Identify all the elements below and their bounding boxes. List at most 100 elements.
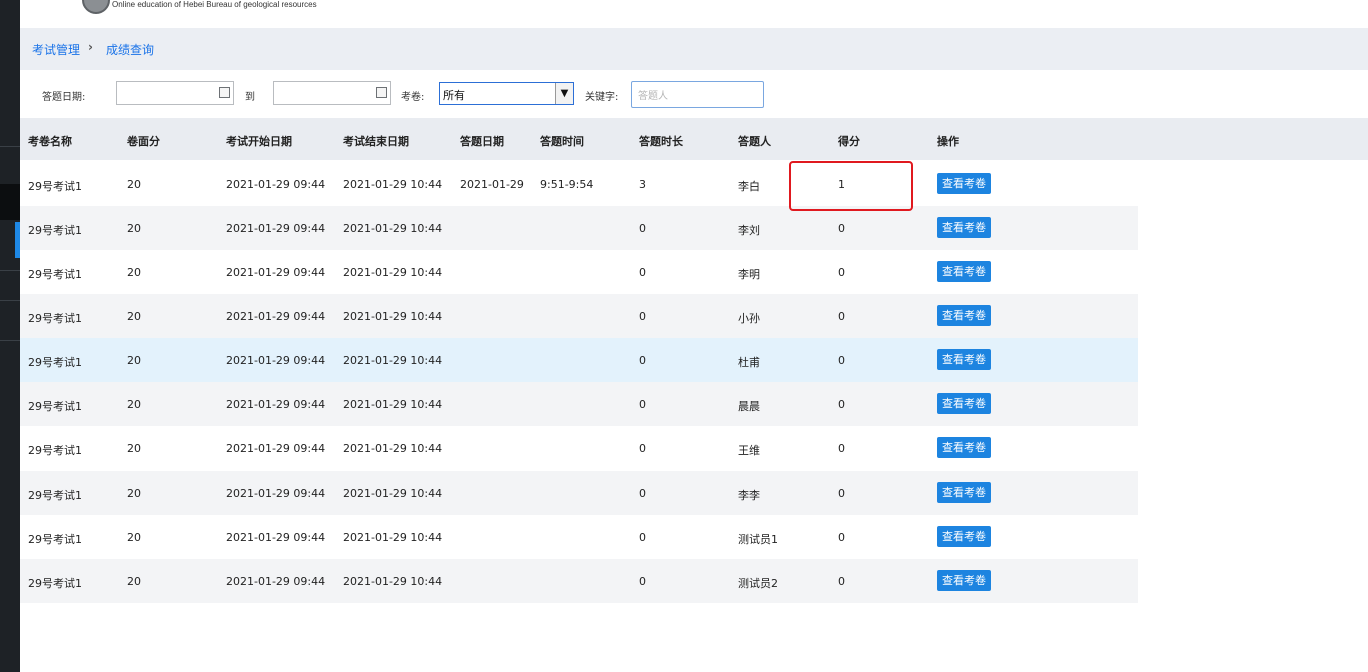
nav-dark-block <box>0 184 20 220</box>
cell-total-score: 20 <box>127 398 141 411</box>
date-label: 答题日期: <box>42 92 86 103</box>
col-duration[interactable]: 答题时长 <box>639 133 683 149</box>
table-row[interactable]: 29号考试1 20 2021-01-29 09:44 2021-01-29 10:44… <box>20 250 1138 294</box>
cell-answerer: 测试员1 <box>738 533 778 546</box>
cell-score: 0 <box>838 222 845 235</box>
cell-score: 0 <box>838 310 845 323</box>
cell-score: 0 <box>838 354 845 367</box>
cell-duration: 0 <box>639 575 646 588</box>
cell-total-score: 20 <box>127 178 141 191</box>
nav-divider <box>0 300 20 301</box>
breadcrumb-separator-icon: › <box>88 40 93 54</box>
calendar-icon[interactable] <box>376 87 387 98</box>
table-row[interactable]: 29号考试1 20 2021-01-29 09:44 2021-01-29 10:44… <box>20 382 1138 426</box>
paper-label: 考卷: <box>401 92 425 103</box>
cell-duration: 0 <box>639 442 646 455</box>
keyword-field[interactable] <box>631 81 764 108</box>
table-row[interactable]: 29号考试1 20 2021-01-29 09:44 2021-01-29 10:44… <box>20 515 1138 559</box>
cell-exam-end: 2021-01-29 10:44 <box>343 442 443 455</box>
keyword-label: 关键字: <box>585 92 619 103</box>
keyword-input[interactable] <box>636 85 760 107</box>
table-row[interactable]: 29号考试1 20 2021-01-29 09:44 2021-01-29 10:44… <box>20 471 1138 515</box>
view-paper-button[interactable]: 查看考卷 <box>937 349 991 370</box>
view-paper-button[interactable]: 查看考卷 <box>937 526 991 547</box>
col-answer-date[interactable]: 答题日期 <box>460 133 504 149</box>
cell-exam-end: 2021-01-29 10:44 <box>343 310 443 323</box>
cell-exam-start: 2021-01-29 09:44 <box>226 487 326 500</box>
cell-exam-start: 2021-01-29 09:44 <box>226 222 326 235</box>
cell-paper-name: 29号考试1 <box>28 268 82 281</box>
view-paper-button[interactable]: 查看考卷 <box>937 217 991 238</box>
col-paper-name[interactable]: 考卷名称 <box>28 133 72 149</box>
date-to-input[interactable] <box>273 81 391 105</box>
cell-duration: 0 <box>639 222 646 235</box>
header-subtitle: Online education of Hebei Bureau of geol… <box>112 0 317 9</box>
table-row[interactable]: 29号考试1 20 2021-01-29 09:44 2021-01-29 10:44… <box>20 338 1138 382</box>
nav-divider <box>0 340 20 341</box>
col-exam-end[interactable]: 考试结束日期 <box>343 133 409 149</box>
cell-answerer: 王维 <box>738 444 760 457</box>
col-score[interactable]: 得分 <box>838 133 860 149</box>
view-paper-button[interactable]: 查看考卷 <box>937 393 991 414</box>
cell-exam-end: 2021-01-29 10:44 <box>343 398 443 411</box>
table-row[interactable]: 29号考试1 20 2021-01-29 09:44 2021-01-29 10:44… <box>20 206 1138 250</box>
cell-exam-start: 2021-01-29 09:44 <box>226 178 326 191</box>
cell-paper-name: 29号考试1 <box>28 356 82 369</box>
date-to-label: 到 <box>245 92 255 103</box>
cell-total-score: 20 <box>127 531 141 544</box>
cell-score: 0 <box>838 531 845 544</box>
view-paper-button[interactable]: 查看考卷 <box>937 305 991 326</box>
filter-bar: 答题日期: 到 考卷: 所有 ▼ 关键字: <box>20 72 1368 118</box>
cell-exam-start: 2021-01-29 09:44 <box>226 310 326 323</box>
cell-exam-end: 2021-01-29 10:44 <box>343 222 443 235</box>
annotation-highlight-box <box>789 161 913 211</box>
cell-exam-end: 2021-01-29 10:44 <box>343 531 443 544</box>
col-total-score[interactable]: 卷面分 <box>127 133 160 149</box>
chevron-down-icon[interactable]: ▼ <box>555 83 573 104</box>
cell-paper-name: 29号考试1 <box>28 533 82 546</box>
table-row[interactable]: 29号考试1 20 2021-01-29 09:44 2021-01-29 10:44… <box>20 426 1138 470</box>
cell-exam-start: 2021-01-29 09:44 <box>226 531 326 544</box>
cell-total-score: 20 <box>127 310 141 323</box>
table-row[interactable]: 29号考试1 20 2021-01-29 09:44 2021-01-29 10:44… <box>20 559 1138 603</box>
cell-exam-end: 2021-01-29 10:44 <box>343 575 443 588</box>
cell-duration: 0 <box>639 487 646 500</box>
cell-answerer: 杜甫 <box>738 356 760 369</box>
col-exam-start[interactable]: 考试开始日期 <box>226 133 292 149</box>
logo-icon <box>82 0 110 14</box>
view-paper-button[interactable]: 查看考卷 <box>937 173 991 194</box>
breadcrumb: 考试管理 › 成绩查询 <box>20 28 1368 70</box>
app-header: Online education of Hebei Bureau of geol… <box>20 0 1368 28</box>
date-from-input[interactable] <box>116 81 234 105</box>
cell-paper-name: 29号考试1 <box>28 444 82 457</box>
cell-duration: 0 <box>639 398 646 411</box>
cell-exam-start: 2021-01-29 09:44 <box>226 266 326 279</box>
cell-duration: 0 <box>639 310 646 323</box>
view-paper-button[interactable]: 查看考卷 <box>937 570 991 591</box>
paper-select-value: 所有 <box>443 89 465 102</box>
cell-score: 0 <box>838 575 845 588</box>
table-header: 考卷名称 卷面分 考试开始日期 考试结束日期 答题日期 答题时间 答题时长 答题… <box>20 118 1368 160</box>
col-answerer[interactable]: 答题人 <box>738 133 771 149</box>
cell-answerer: 测试员2 <box>738 577 778 590</box>
paper-select[interactable]: 所有 ▼ <box>439 82 574 105</box>
cell-exam-end: 2021-01-29 10:44 <box>343 354 443 367</box>
cell-paper-name: 29号考试1 <box>28 400 82 413</box>
cell-answerer: 李白 <box>738 180 760 193</box>
breadcrumb-parent[interactable]: 考试管理 <box>32 41 80 58</box>
table-row[interactable]: 29号考试1 20 2021-01-29 09:44 2021-01-29 10:44… <box>20 162 1138 206</box>
view-paper-button[interactable]: 查看考卷 <box>937 261 991 282</box>
table-row[interactable]: 29号考试1 20 2021-01-29 09:44 2021-01-29 10:44… <box>20 294 1138 338</box>
cell-paper-name: 29号考试1 <box>28 489 82 502</box>
nav-divider <box>0 270 20 271</box>
view-paper-button[interactable]: 查看考卷 <box>937 482 991 503</box>
cell-answer-date: 2021-01-29 <box>460 178 524 191</box>
breadcrumb-current[interactable]: 成绩查询 <box>106 41 154 58</box>
cell-total-score: 20 <box>127 222 141 235</box>
cell-total-score: 20 <box>127 575 141 588</box>
calendar-icon[interactable] <box>219 87 230 98</box>
cell-exam-end: 2021-01-29 10:44 <box>343 178 443 191</box>
col-answer-time[interactable]: 答题时间 <box>540 133 584 149</box>
view-paper-button[interactable]: 查看考卷 <box>937 437 991 458</box>
cell-answerer: 李刘 <box>738 224 760 237</box>
